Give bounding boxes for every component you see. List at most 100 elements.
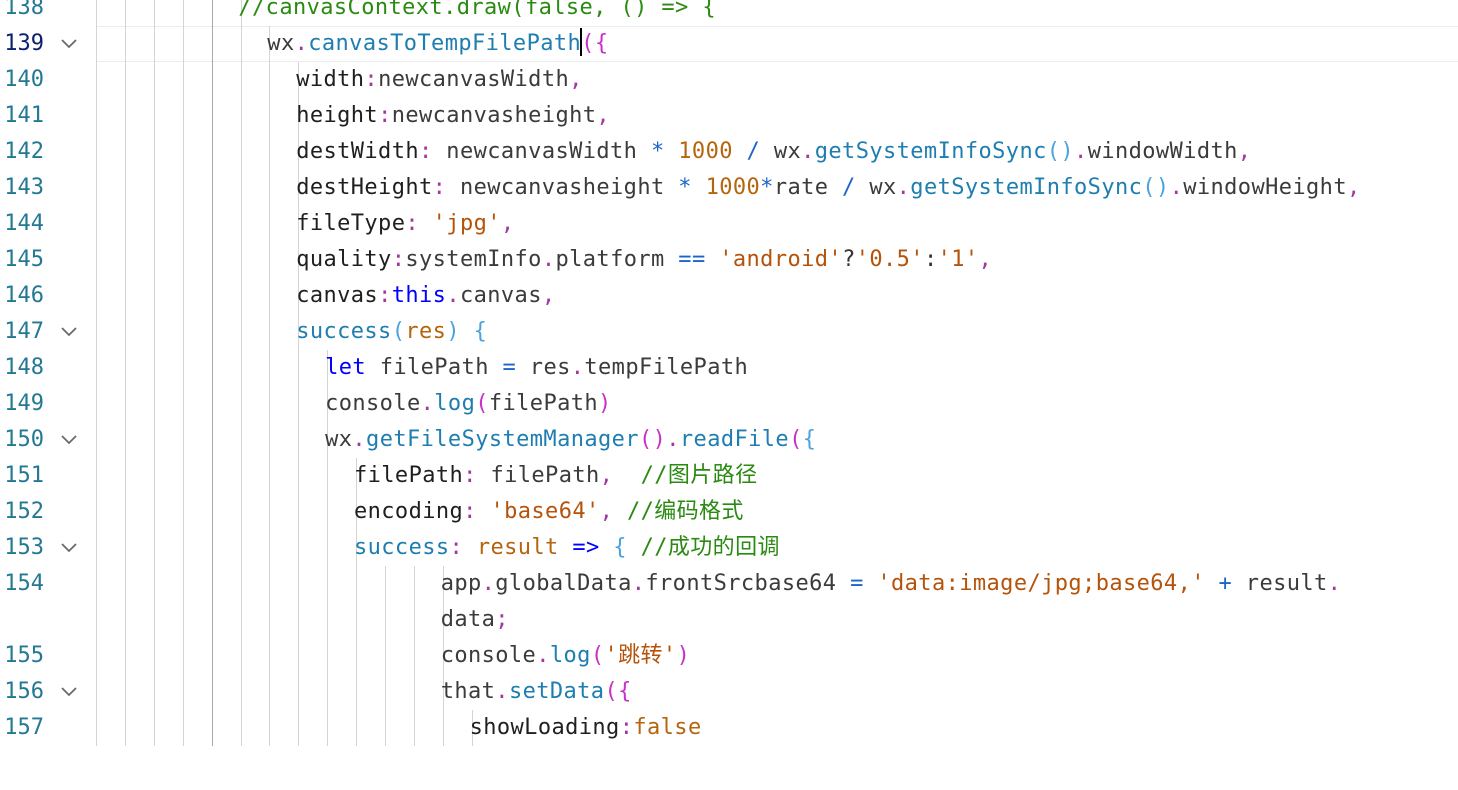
code-line[interactable]: 156 that.setData({ bbox=[0, 674, 1458, 710]
indent-guide bbox=[385, 566, 386, 602]
line-number[interactable]: 142 bbox=[0, 134, 44, 170]
code-token: getSystemInfoSync bbox=[814, 139, 1047, 164]
code-text[interactable]: console.log(filePath) bbox=[325, 386, 612, 422]
indent-guide bbox=[153, 602, 155, 638]
code-text[interactable]: width:newcanvasWidth, bbox=[296, 62, 583, 98]
code-token: canvas bbox=[459, 283, 542, 308]
indent-guide bbox=[211, 638, 213, 674]
code-text[interactable]: wx.canvasToTempFilePath({ bbox=[267, 26, 608, 62]
code-text[interactable]: app.globalData.frontSrcbase64 = 'data:im… bbox=[441, 566, 1342, 602]
code-token: = bbox=[836, 571, 878, 596]
code-line[interactable]: 148 let filePath = res.tempFilePath bbox=[0, 350, 1458, 386]
line-number[interactable]: 149 bbox=[0, 386, 44, 422]
code-text[interactable]: data; bbox=[441, 602, 509, 638]
line-number[interactable]: 139 bbox=[0, 26, 44, 62]
code-token: : bbox=[391, 247, 406, 272]
code-text[interactable]: quality:systemInfo.platform == 'android'… bbox=[296, 242, 992, 278]
code-text[interactable]: destWidth: newcanvasWidth * 1000 / wx.ge… bbox=[296, 134, 1251, 170]
code-line[interactable]: 149 console.log(filePath) bbox=[0, 386, 1458, 422]
code-line[interactable]: 147 success(res) { bbox=[0, 314, 1458, 350]
line-number[interactable]: 153 bbox=[0, 530, 44, 566]
code-line[interactable]: 152 encoding: 'base64', //编码格式 bbox=[0, 494, 1458, 530]
code-line[interactable]: 140 width:newcanvasWidth, bbox=[0, 62, 1458, 98]
indent-guide bbox=[298, 530, 300, 566]
indent-guide bbox=[182, 458, 184, 494]
line-number[interactable]: 151 bbox=[0, 458, 44, 494]
code-token: . bbox=[446, 283, 460, 308]
indent-guide bbox=[124, 350, 126, 386]
code-text[interactable]: filePath: filePath, //图片路径 bbox=[354, 458, 757, 494]
code-token: () bbox=[1142, 175, 1170, 200]
code-token: : bbox=[378, 103, 392, 128]
code-text[interactable]: fileType: 'jpg', bbox=[296, 206, 514, 242]
fold-chevron-down-icon[interactable] bbox=[58, 35, 80, 53]
indent-guide bbox=[124, 494, 126, 530]
line-number[interactable]: 143 bbox=[0, 170, 44, 206]
line-number[interactable]: 144 bbox=[0, 206, 44, 242]
code-token: * bbox=[760, 175, 774, 200]
indent-guide bbox=[182, 242, 184, 278]
line-number[interactable]: 146 bbox=[0, 278, 44, 314]
line-number[interactable]: 147 bbox=[0, 314, 44, 350]
code-line[interactable]: 141 height:newcanvasheight, bbox=[0, 98, 1458, 134]
code-token: this bbox=[391, 283, 447, 308]
code-line[interactable]: 145 quality:systemInfo.platform == 'andro… bbox=[0, 242, 1458, 278]
fold-chevron-down-icon[interactable] bbox=[58, 683, 80, 701]
code-token: ) bbox=[446, 319, 474, 344]
code-token: == bbox=[664, 247, 720, 272]
code-text[interactable]: wx.getFileSystemManager().readFile({ bbox=[325, 422, 816, 458]
line-number[interactable]: 152 bbox=[0, 494, 44, 530]
code-text[interactable]: console.log('跳转') bbox=[441, 638, 691, 674]
indent-guide bbox=[240, 566, 242, 602]
code-text[interactable]: success: result => { //成功的回调 bbox=[354, 530, 780, 566]
indent-guide bbox=[124, 26, 126, 62]
line-number[interactable]: 148 bbox=[0, 350, 44, 386]
line-number[interactable]: 141 bbox=[0, 98, 44, 134]
code-line[interactable]: 144 fileType: 'jpg', bbox=[0, 206, 1458, 242]
line-number[interactable]: 150 bbox=[0, 422, 44, 458]
code-line[interactable]: 154 app.globalData.frontSrcbase64 = 'data… bbox=[0, 566, 1458, 602]
code-text[interactable]: showLoading:false bbox=[470, 710, 702, 746]
code-text[interactable]: //canvasContext.draw(false, () => { bbox=[238, 0, 716, 26]
code-line[interactable]: 150 wx.getFileSystemManager().readFile({ bbox=[0, 422, 1458, 458]
code-line[interactable]: 151 filePath: filePath, //图片路径 bbox=[0, 458, 1458, 494]
code-line[interactable]: 153 success: result => { //成功的回调 bbox=[0, 530, 1458, 566]
code-text[interactable]: success(res) { bbox=[296, 314, 487, 350]
fold-chevron-down-icon[interactable] bbox=[58, 431, 80, 449]
code-line[interactable]: data; bbox=[0, 602, 1458, 638]
code-text[interactable]: height:newcanvasheight, bbox=[296, 98, 610, 134]
fold-chevron-down-icon[interactable] bbox=[58, 323, 80, 341]
code-line[interactable]: 157 showLoading:false bbox=[0, 710, 1458, 746]
code-token: globalData bbox=[495, 571, 632, 596]
line-number[interactable]: 154 bbox=[0, 566, 44, 602]
code-line[interactable]: 139 wx.canvasToTempFilePath({ bbox=[0, 26, 1458, 62]
code-text[interactable]: that.setData({ bbox=[441, 674, 632, 710]
code-token: , bbox=[569, 67, 583, 92]
code-line[interactable]: 155 console.log('跳转') bbox=[0, 638, 1458, 674]
code-line[interactable]: 146 canvas:this.canvas, bbox=[0, 278, 1458, 314]
line-number[interactable]: 155 bbox=[0, 638, 44, 674]
indent-guide bbox=[182, 494, 184, 530]
code-token: readFile bbox=[679, 427, 790, 452]
code-token: success bbox=[296, 319, 392, 344]
line-number[interactable]: 156 bbox=[0, 674, 44, 710]
code-text[interactable]: encoding: 'base64', //编码格式 bbox=[354, 494, 744, 530]
line-number[interactable]: 157 bbox=[0, 710, 44, 746]
line-number[interactable]: 145 bbox=[0, 242, 44, 278]
code-text[interactable]: destHeight: newcanvasheight * 1000*rate … bbox=[296, 170, 1360, 206]
indent-guide bbox=[182, 278, 184, 314]
indent-guide bbox=[298, 350, 300, 386]
code-line[interactable]: 143 destHeight: newcanvasheight * 1000*ra… bbox=[0, 170, 1458, 206]
code-text[interactable]: let filePath = res.tempFilePath bbox=[325, 350, 748, 386]
indent-guide bbox=[327, 566, 329, 602]
line-number[interactable]: 138 bbox=[0, 0, 44, 26]
indent-guide bbox=[269, 170, 271, 206]
indent-guide bbox=[327, 458, 329, 494]
indent-guide bbox=[182, 62, 184, 98]
code-token: { bbox=[594, 31, 609, 56]
fold-chevron-down-icon[interactable] bbox=[58, 539, 80, 557]
code-text[interactable]: canvas:this.canvas, bbox=[296, 278, 555, 314]
line-number[interactable]: 140 bbox=[0, 62, 44, 98]
code-line[interactable]: 142 destWidth: newcanvasWidth * 1000 / wx… bbox=[0, 134, 1458, 170]
code-line[interactable]: 138 //canvasContext.draw(false, () => { bbox=[0, 0, 1458, 26]
